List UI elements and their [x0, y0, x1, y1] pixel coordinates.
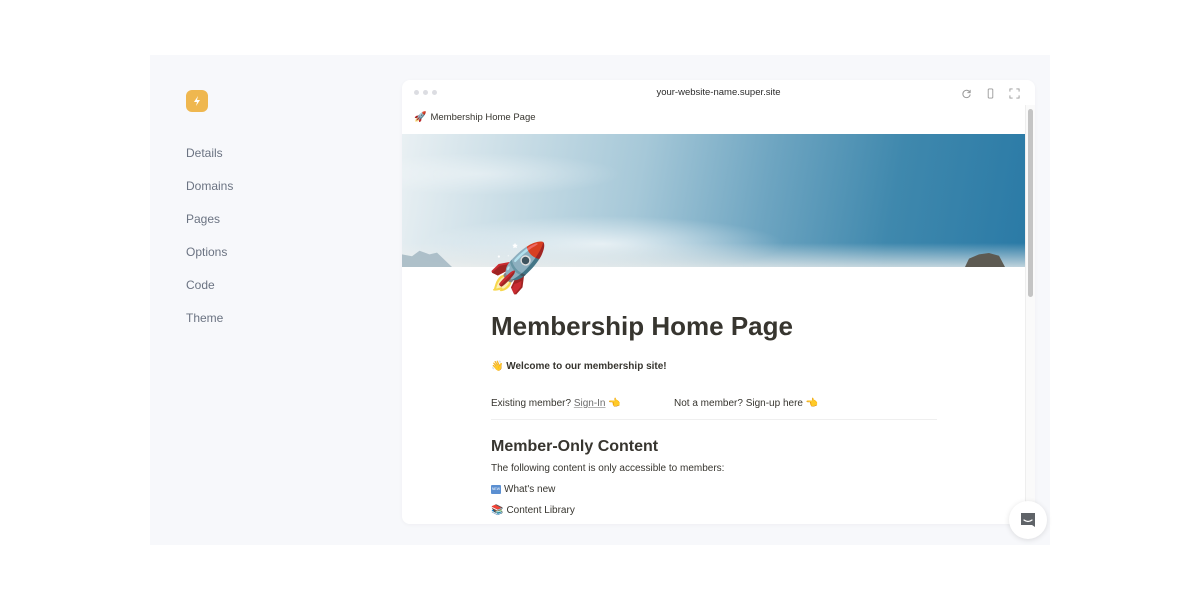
sign-up-link[interactable]: Not a member? Sign-up here: [674, 398, 803, 409]
expand-button[interactable]: [1007, 86, 1021, 100]
preview-toolbar: your-website-name.super.site: [402, 80, 1035, 105]
sidebar-nav: Details Domains Pages Options Code Theme: [186, 145, 233, 343]
page-content: Membership Home Page 👋 Welcome to our me…: [491, 285, 937, 516]
breadcrumb-title: Membership Home Page: [430, 112, 536, 123]
refresh-button[interactable]: [959, 86, 973, 100]
books-icon: 📚: [491, 505, 504, 516]
site-viewport: 🚀 Membership Home Page 🚀 Membership Home…: [402, 105, 1025, 524]
pointing-hand-icon: 👈: [805, 398, 819, 409]
sidebar-item-options[interactable]: Options: [186, 244, 233, 277]
refresh-icon: [961, 89, 971, 98]
section-description: The following content is only accessible…: [491, 463, 725, 474]
lightning-bolt-icon: [194, 96, 200, 106]
list-item-content-library[interactable]: 📚 Content Library: [491, 505, 937, 516]
chat-support-icon: [1021, 513, 1035, 527]
pointing-hand-icon: 👈: [608, 398, 621, 409]
member-links-row: Existing member? Sign-In 👈 Not a member?…: [491, 398, 937, 420]
section-heading: Member-Only Content: [491, 438, 659, 455]
mobile-preview-button[interactable]: [983, 86, 997, 100]
expand-icon: [1008, 87, 1020, 99]
sidebar-item-domains[interactable]: Domains: [186, 178, 233, 211]
sidebar-item-pages[interactable]: Pages: [186, 211, 233, 244]
sidebar-item-theme[interactable]: Theme: [186, 310, 233, 343]
new-badge-icon: NEW: [491, 485, 501, 494]
waving-hand-icon: 👋: [491, 361, 504, 372]
welcome-text: 👋 Welcome to our membership site!: [491, 361, 667, 372]
app-shell: Details Domains Pages Options Code Theme…: [150, 55, 1050, 545]
chat-support-button[interactable]: [1009, 501, 1047, 539]
mobile-preview-icon: [987, 87, 993, 99]
rocket-icon: 🚀: [414, 112, 427, 123]
sidebar-item-details[interactable]: Details: [186, 145, 233, 178]
preview-scrollbar[interactable]: [1025, 105, 1035, 524]
sign-in-link[interactable]: Sign-In: [574, 398, 606, 409]
new-member-column: Not a member? Sign-up here 👈: [674, 398, 857, 409]
existing-member-column: Existing member? Sign-In 👈: [491, 398, 621, 409]
site-preview-window: your-website-name.super.site 🚀 Membershi…: [402, 80, 1035, 524]
sidebar-item-code[interactable]: Code: [186, 277, 233, 310]
list-item-whats-new[interactable]: NEW What's new: [491, 484, 937, 495]
page-title: Membership Home Page: [491, 311, 793, 341]
site-url: your-website-name.super.site: [656, 87, 781, 98]
app-logo[interactable]: [186, 90, 208, 112]
scrollbar-thumb[interactable]: [1028, 109, 1033, 297]
page-breadcrumb[interactable]: 🚀 Membership Home Page: [414, 112, 536, 123]
